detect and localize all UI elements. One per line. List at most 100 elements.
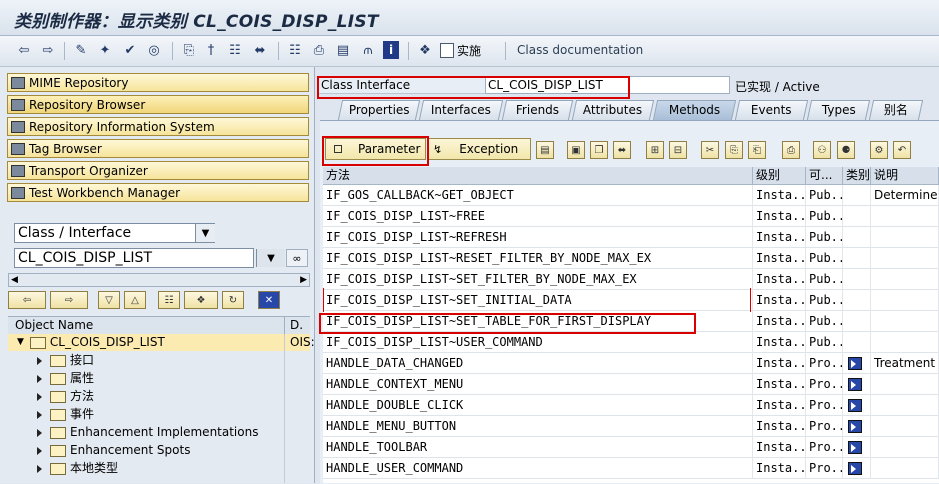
- cell-description[interactable]: [871, 248, 939, 269]
- delete-row-icon[interactable]: ⊟: [669, 141, 687, 159]
- chevron-right-icon[interactable]: [37, 392, 42, 401]
- table-row[interactable]: IF_GOS_CALLBACK~GET_OBJECTInsta...Pub...…: [323, 185, 939, 206]
- cell-level[interactable]: Insta...: [753, 416, 806, 437]
- display-object-list-icon[interactable]: ☷: [226, 41, 244, 59]
- undo-icon[interactable]: ↶: [893, 141, 911, 159]
- nav-test-workbench-manager[interactable]: Test Workbench Manager: [7, 183, 309, 202]
- cell-category[interactable]: [843, 458, 871, 479]
- nav-transport-organizer[interactable]: Transport Organizer: [7, 161, 309, 180]
- chevron-down-icon[interactable]: ▼: [195, 224, 215, 242]
- cell-level[interactable]: Insta...: [753, 206, 806, 227]
- table-row[interactable]: HANDLE_DOUBLE_CLICKInsta...Pro...: [323, 395, 939, 416]
- cell-visibility[interactable]: Pub...: [806, 311, 843, 332]
- object-name-input[interactable]: CL_COIS_DISP_LIST: [14, 248, 254, 268]
- column-header-level[interactable]: 级别: [753, 167, 806, 185]
- chevron-right-icon[interactable]: [37, 428, 42, 437]
- forward-arrow-icon[interactable]: ⇨: [39, 41, 57, 59]
- tree-node-enhancement-implementations[interactable]: Enhancement Implementations: [37, 424, 258, 441]
- cell-method[interactable]: IF_COIS_DISP_LIST~USER_COMMAND: [323, 332, 753, 353]
- cell-description[interactable]: [871, 416, 939, 437]
- layout-icon[interactable]: ▤: [334, 41, 352, 59]
- cell-category[interactable]: [843, 437, 871, 458]
- cell-method[interactable]: HANDLE_TOOLBAR: [323, 437, 753, 458]
- cell-method[interactable]: IF_COIS_DISP_LIST~FREE: [323, 206, 753, 227]
- parameter-button[interactable]: Parameter: [325, 138, 426, 160]
- cell-visibility[interactable]: Pro...: [806, 395, 843, 416]
- cell-visibility[interactable]: Pro...: [806, 458, 843, 479]
- cell-level[interactable]: Insta...: [753, 395, 806, 416]
- chevron-down-icon[interactable]: ▼: [256, 249, 285, 267]
- cell-method[interactable]: IF_COIS_DISP_LIST~RESET_FILTER_BY_NODE_M…: [323, 248, 753, 269]
- tree-node-attributes[interactable]: 属性: [37, 370, 94, 387]
- table-row[interactable]: IF_COIS_DISP_LIST~SET_FILTER_BY_NODE_MAX…: [323, 269, 939, 290]
- where-used-icon[interactable]: ⎘: [180, 41, 198, 59]
- cell-visibility[interactable]: Pro...: [806, 374, 843, 395]
- scroll-right-icon[interactable]: ▶: [300, 275, 307, 285]
- cell-category[interactable]: [843, 206, 871, 227]
- tree-root-node[interactable]: ▼ CL_COIS_DISP_LIST OIS:: [8, 334, 315, 351]
- cell-visibility[interactable]: Pub...: [806, 248, 843, 269]
- cell-description[interactable]: Treatment o: [871, 353, 939, 374]
- cell-method[interactable]: IF_COIS_DISP_LIST~SET_TABLE_FOR_FIRST_DI…: [323, 311, 753, 332]
- chevron-down-icon[interactable]: ▼: [17, 334, 24, 351]
- close-icon[interactable]: ✕: [258, 291, 280, 309]
- filter-icon[interactable]: ⫙: [359, 41, 377, 59]
- cell-level[interactable]: Insta...: [753, 374, 806, 395]
- table-row[interactable]: IF_COIS_DISP_LIST~SET_INITIAL_DATA Insta.…: [323, 290, 939, 311]
- check-icon[interactable]: ✔: [121, 41, 139, 59]
- insert-row-icon[interactable]: ⊞: [646, 141, 664, 159]
- print-icon[interactable]: ⎙: [782, 141, 800, 159]
- cell-method[interactable]: HANDLE_DOUBLE_CLICK: [323, 395, 753, 416]
- cell-description[interactable]: [871, 458, 939, 479]
- find-icon[interactable]: ⚇: [813, 141, 831, 159]
- cell-description[interactable]: [871, 206, 939, 227]
- cell-visibility[interactable]: Pub...: [806, 227, 843, 248]
- cell-method[interactable]: IF_COIS_DISP_LIST~SET_FILTER_BY_NODE_MAX…: [323, 269, 753, 290]
- tab-attributes[interactable]: Attributes: [571, 100, 655, 120]
- tab-friends[interactable]: Friends: [501, 100, 574, 120]
- collapse-icon[interactable]: ▽: [98, 291, 120, 309]
- cell-visibility[interactable]: Pub...: [806, 185, 843, 206]
- cell-level[interactable]: Insta...: [753, 437, 806, 458]
- table-row[interactable]: IF_COIS_DISP_LIST~SET_TABLE_FOR_FIRST_DI…: [323, 311, 939, 332]
- tab-interfaces[interactable]: Interfaces: [418, 100, 504, 120]
- cell-description[interactable]: [871, 290, 939, 311]
- cell-visibility[interactable]: Pro...: [806, 353, 843, 374]
- cell-visibility[interactable]: Pub...: [806, 269, 843, 290]
- tab-types[interactable]: Types: [806, 100, 871, 120]
- table-row[interactable]: HANDLE_TOOLBARInsta...Pro...: [323, 437, 939, 458]
- cell-visibility[interactable]: Pro...: [806, 437, 843, 458]
- navigation-window-icon[interactable]: ⬌: [251, 41, 269, 59]
- table-row[interactable]: HANDLE_DATA_CHANGEDInsta...Pro... Treatme…: [323, 353, 939, 374]
- nav-tag-browser[interactable]: Tag Browser: [7, 139, 309, 158]
- table-row[interactable]: IF_COIS_DISP_LIST~FREEInsta...Pub...: [323, 206, 939, 227]
- cell-level[interactable]: Insta...: [753, 353, 806, 374]
- cell-category[interactable]: [843, 353, 871, 374]
- cell-description[interactable]: [871, 311, 939, 332]
- navigate-icon[interactable]: ⬌: [613, 141, 631, 159]
- cell-category[interactable]: [843, 290, 871, 311]
- expand-icon[interactable]: △: [124, 291, 146, 309]
- tab-aliases[interactable]: 别名: [868, 100, 924, 120]
- active-inactive-icon[interactable]: ✦: [96, 41, 114, 59]
- previous-object-icon[interactable]: ⇦: [8, 291, 46, 309]
- display-change-icon[interactable]: ✎: [72, 41, 90, 59]
- tab-properties[interactable]: Properties: [337, 100, 421, 120]
- hierarchy-icon[interactable]: ☷: [286, 41, 304, 59]
- cell-category[interactable]: [843, 374, 871, 395]
- table-row[interactable]: HANDLE_USER_COMMANDInsta...Pro...: [323, 458, 939, 479]
- tree-node-local-types[interactable]: 本地类型: [37, 460, 118, 477]
- chevron-right-icon[interactable]: [37, 356, 42, 365]
- cell-visibility[interactable]: Pro...: [806, 416, 843, 437]
- cell-category[interactable]: [843, 269, 871, 290]
- cell-level[interactable]: Insta...: [753, 311, 806, 332]
- cell-category[interactable]: [843, 185, 871, 206]
- print-icon[interactable]: ⎙: [310, 41, 328, 59]
- paste-icon[interactable]: ⎗: [748, 141, 766, 159]
- cell-description[interactable]: [871, 437, 939, 458]
- cell-description[interactable]: [871, 374, 939, 395]
- cell-method[interactable]: HANDLE_USER_COMMAND: [323, 458, 753, 479]
- cell-visibility[interactable]: Pub...: [806, 290, 843, 311]
- chevron-right-icon[interactable]: [37, 446, 42, 455]
- implement-icon[interactable]: ❖: [416, 41, 434, 59]
